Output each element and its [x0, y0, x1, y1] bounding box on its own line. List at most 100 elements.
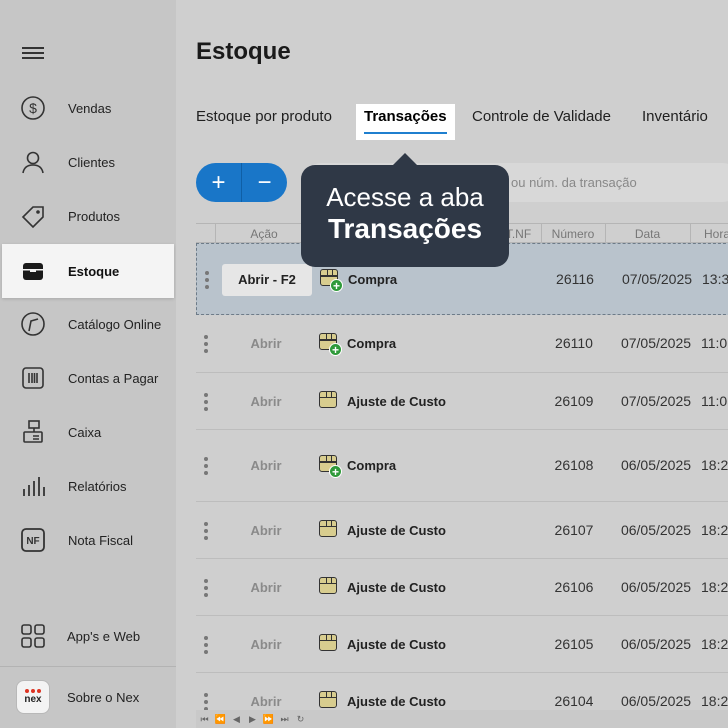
transaction-date: 06/05/2025: [620, 457, 692, 473]
sidebar-item-label: App's e Web: [67, 628, 141, 644]
sidebar-item-vendas[interactable]: $ Vendas: [0, 81, 176, 135]
sidebar-item-estoque[interactable]: Estoque: [2, 244, 174, 298]
header-data[interactable]: Data: [605, 227, 690, 241]
sidebar-item-label: Nota Fiscal: [68, 532, 134, 548]
tag-icon: [20, 203, 46, 229]
transaction-date: 06/05/2025: [620, 692, 692, 709]
transaction-number: 26107: [554, 521, 594, 538]
transaction-type: Ajuste de Custo: [347, 636, 446, 652]
open-button[interactable]: Abrir: [221, 629, 311, 661]
nf-icon: NF: [20, 527, 46, 553]
prev-page-button[interactable]: ◀: [230, 713, 243, 725]
tab-estoque-por-produto[interactable]: Estoque por produto: [196, 104, 332, 140]
row-menu-icon[interactable]: [204, 457, 208, 475]
dollar-circle-icon: $: [20, 95, 46, 121]
sidebar-item-label: Estoque: [68, 263, 120, 279]
sidebar-item-produtos[interactable]: Produtos: [0, 189, 176, 243]
cash-register-icon: [20, 419, 46, 445]
tab-inventario[interactable]: Inventário: [642, 104, 708, 140]
remove-button[interactable]: −: [242, 163, 287, 202]
sidebar: $ Vendas Clientes Produtos Estoque Catál…: [0, 0, 176, 728]
sidebar-item-clientes[interactable]: Clientes: [0, 135, 176, 189]
header-acao[interactable]: Ação: [215, 227, 313, 241]
row-menu-icon[interactable]: [204, 521, 208, 540]
user-icon: [20, 149, 46, 175]
nf-icon-text: NF: [26, 536, 39, 547]
transaction-date: 06/05/2025: [620, 521, 692, 538]
transaction-type: Ajuste de Custo: [347, 693, 446, 709]
sidebar-item-contas-a-pagar[interactable]: Contas a Pagar: [0, 351, 176, 405]
row-menu-icon[interactable]: [204, 392, 208, 411]
adjustment-box-icon: [319, 390, 339, 410]
purchase-box-icon: +: [319, 454, 342, 478]
table-row[interactable]: Abrir Ajuste de Custo 26109 07/05/2025 11:0: [196, 373, 728, 430]
purchase-box-icon: +: [320, 268, 343, 292]
row-menu-icon[interactable]: [204, 335, 208, 353]
transaction-number: 26104: [554, 692, 594, 709]
adjustment-box-icon: [319, 576, 339, 596]
catalog-icon: [20, 311, 46, 337]
bars-chart-icon: [20, 473, 46, 499]
transaction-number: 26116: [556, 271, 594, 287]
adjustment-box-icon: [319, 633, 339, 653]
open-button[interactable]: Abrir: [221, 515, 311, 547]
transaction-number: 26106: [554, 578, 594, 595]
callout-line-2: Transações: [327, 213, 483, 244]
sidebar-item-apps-e-web[interactable]: App's e Web: [0, 609, 176, 663]
table-row[interactable]: Abrir Ajuste de Custo 26107 06/05/2025 18:29: [196, 502, 728, 559]
header-hora[interactable]: Hora: [690, 227, 728, 241]
barcode-icon: [20, 365, 46, 391]
transaction-number: 26110: [555, 335, 593, 351]
table-pager: ⏮ ⏪ ◀ ▶ ⏩ ⏭ ↻: [196, 710, 728, 728]
open-button[interactable]: Abrir: [221, 572, 311, 604]
row-menu-icon[interactable]: [204, 692, 208, 711]
prev-block-button[interactable]: ⏪: [214, 713, 227, 725]
sidebar-item-sobre-o-nex[interactable]: nex Sobre o Nex: [0, 670, 176, 724]
last-page-button[interactable]: ⏭: [278, 713, 291, 725]
transaction-time: 18:29: [701, 521, 728, 538]
sidebar-item-label: Vendas: [68, 100, 112, 116]
first-page-button[interactable]: ⏮: [198, 713, 211, 725]
transaction-date: 07/05/2025: [620, 335, 692, 351]
tab-controle-de-validade[interactable]: Controle de Validade: [472, 104, 611, 140]
transaction-date: 07/05/2025: [620, 392, 692, 409]
add-button[interactable]: +: [196, 163, 241, 202]
sidebar-item-relatorios[interactable]: Relatórios: [0, 459, 176, 513]
transaction-time: 18:29: [701, 457, 728, 473]
transaction-number: 26105: [554, 635, 594, 652]
next-block-button[interactable]: ⏩: [262, 713, 275, 725]
table-row[interactable]: Abrir + Compra 26108 06/05/2025 18:29: [196, 430, 728, 502]
sidebar-item-nota-fiscal[interactable]: NF Nota Fiscal: [0, 513, 176, 567]
open-button[interactable]: Abrir: [221, 328, 311, 360]
tab-transacoes[interactable]: Transações: [356, 104, 455, 140]
transaction-time: 18:28: [701, 635, 728, 652]
header-numero[interactable]: Número: [541, 227, 605, 241]
row-menu-icon[interactable]: [204, 635, 208, 654]
row-menu-icon[interactable]: [204, 578, 208, 597]
adjustment-box-icon: [319, 690, 339, 710]
page-title: Estoque: [196, 38, 291, 65]
sidebar-item-catalogo-online[interactable]: Catálogo Online: [0, 297, 176, 351]
open-button[interactable]: Abrir: [221, 450, 311, 482]
refresh-button[interactable]: ↻: [294, 713, 307, 725]
transaction-number: 26109: [554, 392, 594, 409]
next-page-button[interactable]: ▶: [246, 713, 259, 725]
row-menu-icon[interactable]: [205, 271, 209, 289]
transaction-type: Compra: [347, 458, 397, 473]
transaction-type: Ajuste de Custo: [347, 393, 446, 409]
nex-logo-text: nex: [24, 694, 42, 705]
table-row[interactable]: Abrir Ajuste de Custo 26106 06/05/2025 18:28: [196, 559, 728, 616]
sidebar-item-label: Relatórios: [68, 478, 127, 494]
transaction-time: 11:0: [701, 392, 728, 409]
hamburger-menu-icon[interactable]: [22, 44, 44, 62]
open-button[interactable]: Abrir - F2: [222, 264, 312, 296]
callout-line-1: Acesse a aba: [326, 182, 484, 212]
transaction-type: Ajuste de Custo: [347, 522, 446, 538]
tab-active-underline: [364, 132, 447, 134]
table-row[interactable]: Abrir Ajuste de Custo 26105 06/05/2025 18:28: [196, 616, 728, 673]
sidebar-item-caixa[interactable]: Caixa: [0, 405, 176, 459]
open-button[interactable]: Abrir: [221, 386, 311, 418]
transaction-time: 11:0: [701, 335, 728, 351]
transaction-date: 06/05/2025: [620, 578, 692, 595]
table-row[interactable]: Abrir + Compra 26110 07/05/2025 11:0: [196, 315, 728, 373]
